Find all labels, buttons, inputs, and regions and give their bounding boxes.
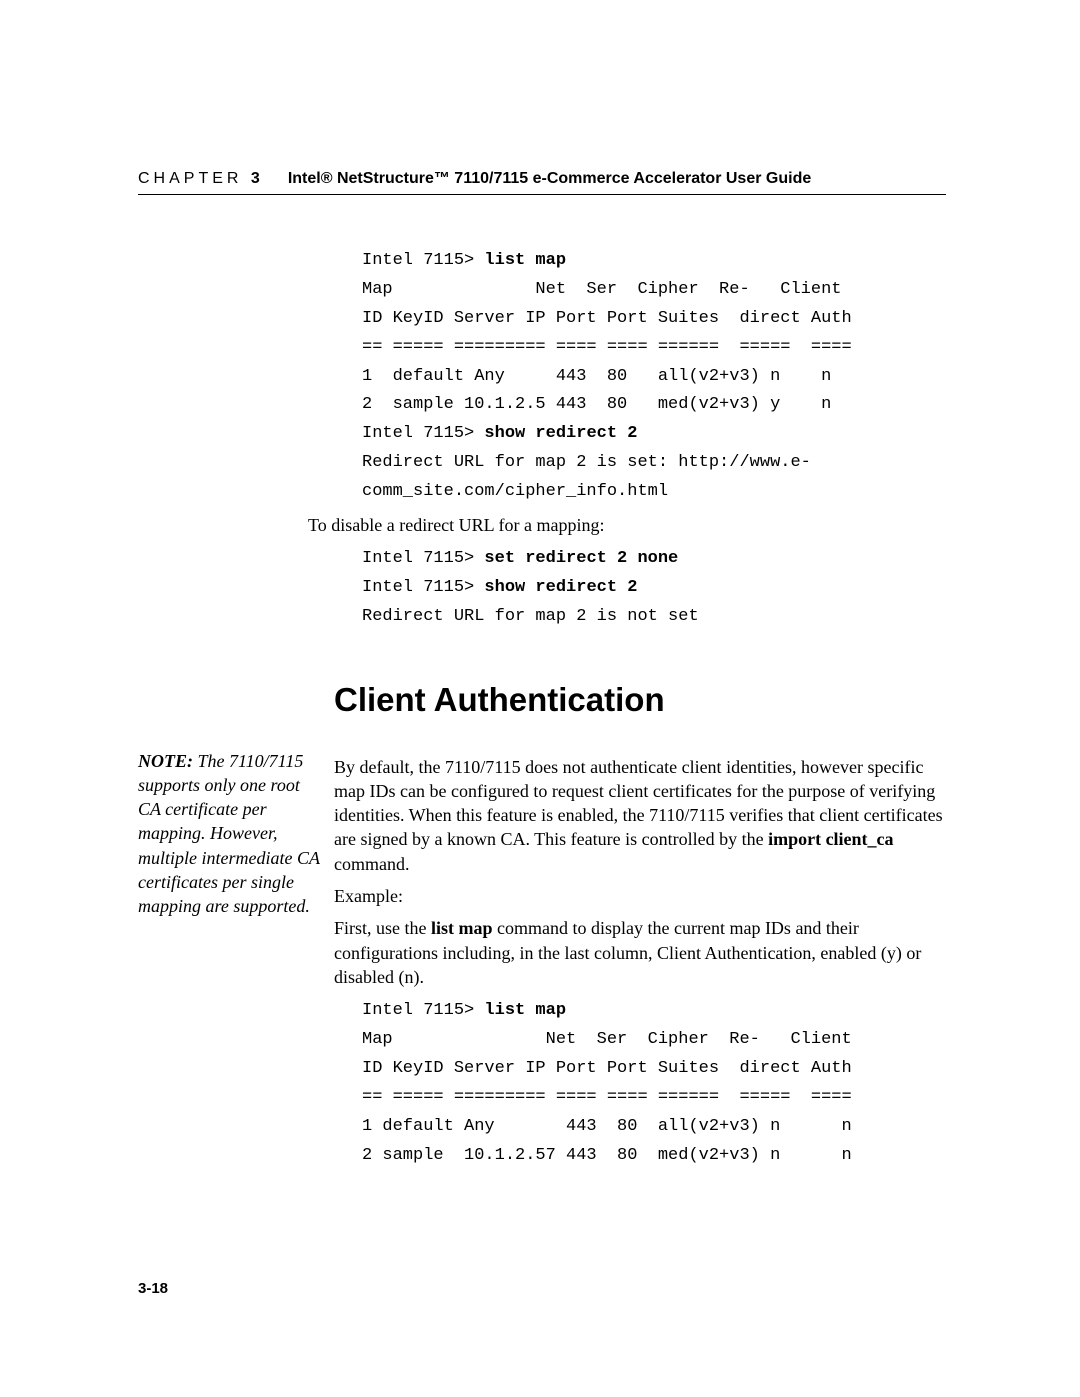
code-block-listmap-1: Intel 7115> list map Map Net Ser Cipher … [362,247,946,507]
body-text: First, use the list map command to displ… [334,916,946,989]
table-separator: == ===== ========= ==== ==== ====== ====… [362,338,852,357]
table-header-2: ID KeyID Server IP Port Port Suites dire… [362,309,852,328]
command: show redirect 2 [484,424,637,443]
code-block-listmap-2: Intel 7115> list map Map Net Ser Cipher … [362,997,946,1170]
prompt: Intel 7115> [362,251,484,270]
prompt: Intel 7115> [362,578,484,597]
command: list map [484,1001,566,1020]
table-header-1: Map Net Ser Cipher Re- Client [362,280,841,299]
section-heading: Client Authentication [334,678,946,723]
inline-command: import client_ca [768,829,893,849]
command: list map [484,251,566,270]
table-row: 1 default Any 443 80 all(v2+v3) n n [362,1117,852,1136]
table-separator: == ===== ========= ==== ==== ====== ====… [362,1088,852,1107]
note-body: The 7110/7115 supports only one root CA … [138,751,320,917]
table-header-2: ID KeyID Server IP Port Port Suites dire… [362,1059,852,1078]
page-number: 3-18 [138,1280,168,1297]
command: show redirect 2 [484,578,637,597]
output: Redirect URL for map 2 is not set [362,607,699,626]
table-row: 1 default Any 443 80 all(v2+v3) n n [362,367,831,386]
chapter-number: 3 [251,170,260,187]
prompt: Intel 7115> [362,1001,484,1020]
note-lead: NOTE: [138,751,193,771]
doc-title: Intel® NetStructure™ 7110/7115 e-Commerc… [288,170,811,188]
body-text: Example: [334,884,946,908]
chapter-label: CHAPTER 3 [138,170,260,188]
prompt: Intel 7115> [362,549,484,568]
margin-note: NOTE: The 7110/7115 supports only one ro… [138,749,334,919]
chapter-word: CHAPTER [138,170,242,187]
body-text: To disable a redirect URL for a mapping: [308,513,946,537]
code-block-setredirect: Intel 7115> set redirect 2 none Intel 71… [362,545,946,632]
table-row: 2 sample 10.1.2.5 443 80 med(v2+v3) y n [362,395,831,414]
inline-command: list map [431,918,493,938]
running-header: CHAPTER 3 Intel® NetStructure™ 7110/7115… [138,170,946,195]
command: set redirect 2 none [484,549,678,568]
table-header-1: Map Net Ser Cipher Re- Client [362,1030,852,1049]
body-text: By default, the 7110/7115 does not authe… [334,755,946,876]
prompt: Intel 7115> [362,424,484,443]
output: Redirect URL for map 2 is set: http://ww… [362,453,811,501]
table-row: 2 sample 10.1.2.57 443 80 med(v2+v3) n n [362,1146,852,1165]
